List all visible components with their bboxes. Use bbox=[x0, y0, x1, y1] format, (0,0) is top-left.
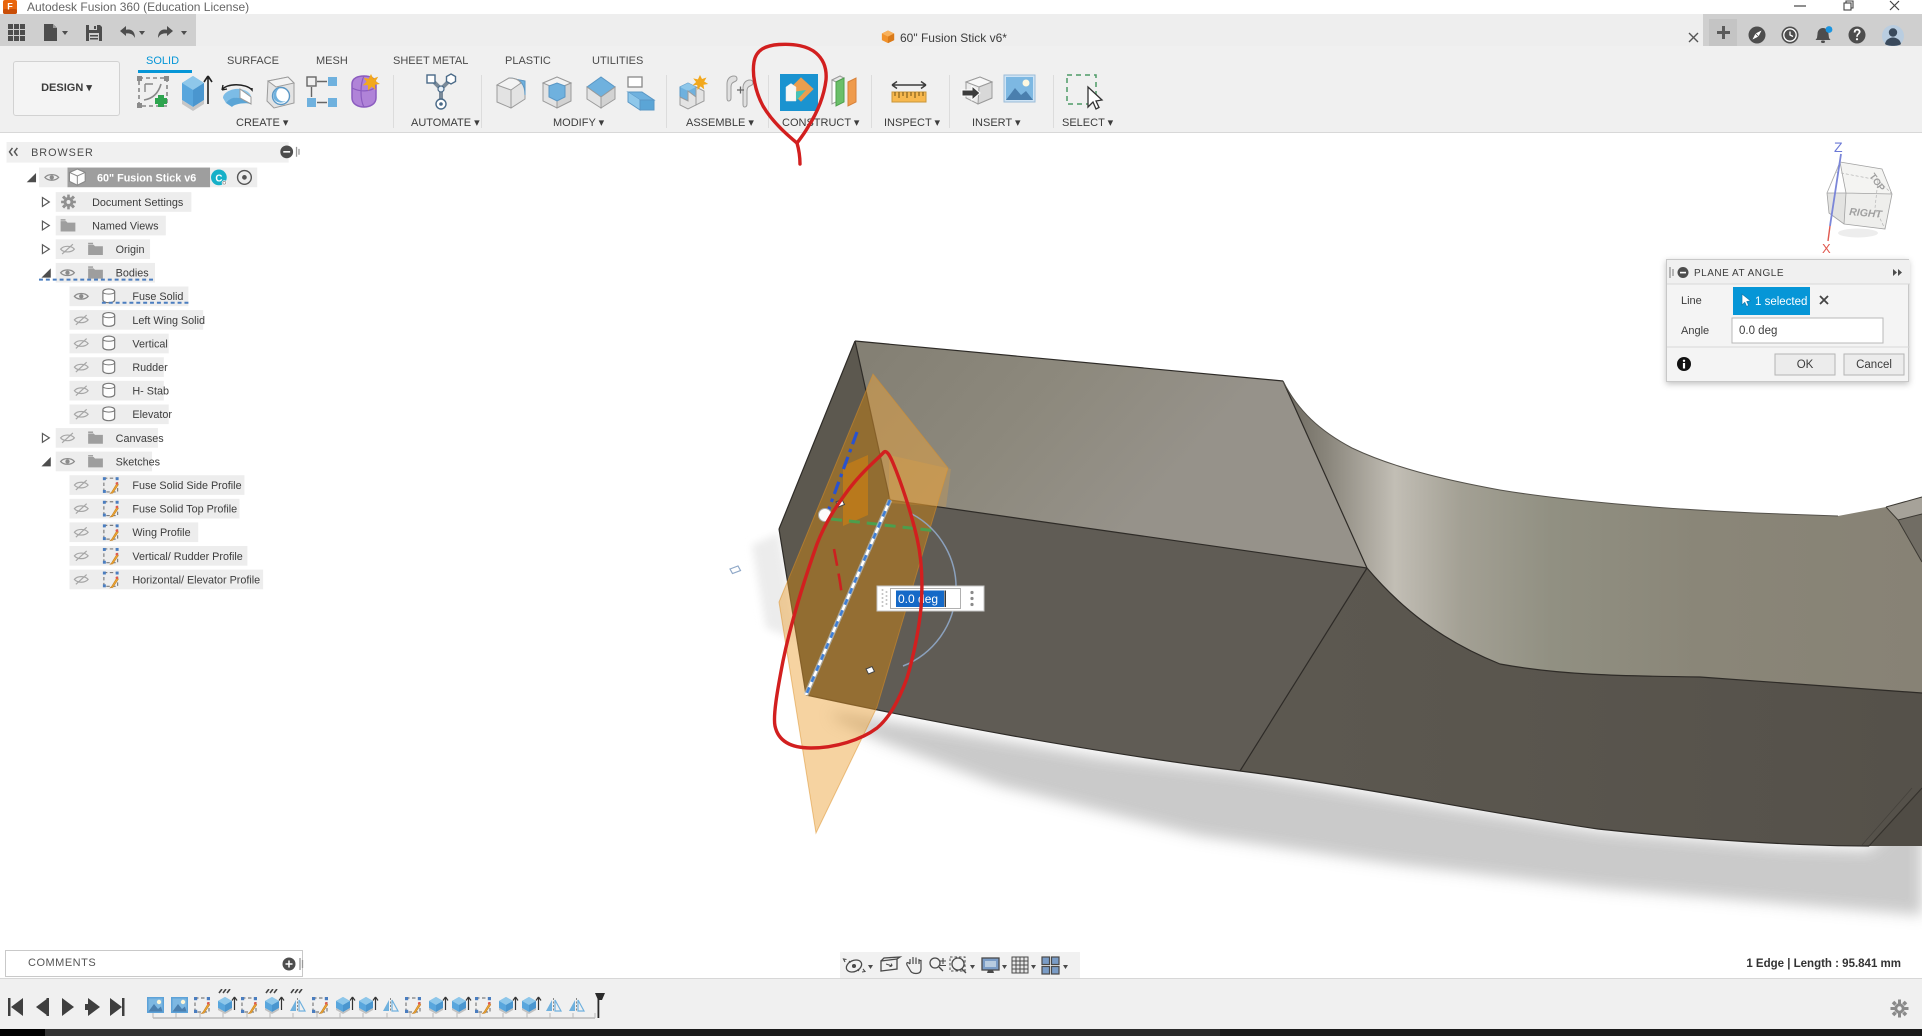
svg-text:Canvases: Canvases bbox=[116, 433, 165, 445]
svg-text:C: C bbox=[215, 173, 222, 184]
svg-text:Sketches: Sketches bbox=[116, 456, 161, 468]
svg-text:Z: Z bbox=[1834, 139, 1843, 155]
svg-text:BROWSER: BROWSER bbox=[31, 147, 94, 159]
svg-text:60" Fusion Stick v6: 60" Fusion Stick v6 bbox=[97, 172, 196, 184]
svg-text:Fuse Solid Top Profile: Fuse Solid Top Profile bbox=[132, 504, 237, 516]
svg-text:OK: OK bbox=[1797, 359, 1814, 371]
svg-text:Left Wing Solid: Left Wing Solid bbox=[132, 315, 205, 327]
svg-text:Elevator: Elevator bbox=[132, 409, 172, 421]
svg-text:Wing Profile: Wing Profile bbox=[132, 527, 190, 539]
svg-text:1 selected: 1 selected bbox=[1755, 296, 1807, 308]
svg-text:0.0 deg: 0.0 deg bbox=[898, 592, 938, 606]
svg-text:Fuse Solid Side Profile: Fuse Solid Side Profile bbox=[132, 480, 241, 492]
svg-text:Document Settings: Document Settings bbox=[92, 197, 184, 209]
svg-text:Origin: Origin bbox=[116, 244, 145, 256]
svg-text:PLANE AT ANGLE: PLANE AT ANGLE bbox=[1694, 268, 1784, 279]
svg-text:Bodies: Bodies bbox=[116, 268, 150, 280]
svg-text:Line: Line bbox=[1681, 295, 1702, 307]
svg-text:Vertical: Vertical bbox=[132, 338, 167, 350]
svg-text:H- Stab: H- Stab bbox=[132, 386, 169, 398]
svg-text:Vertical/ Rudder Profile: Vertical/ Rudder Profile bbox=[132, 551, 242, 563]
svg-text:Angle: Angle bbox=[1681, 325, 1709, 337]
svg-text:Named Views: Named Views bbox=[92, 220, 159, 232]
svg-text:X: X bbox=[1822, 241, 1831, 256]
svg-text:Fuse Solid: Fuse Solid bbox=[132, 291, 183, 303]
svg-text:0.0 deg: 0.0 deg bbox=[1739, 325, 1777, 337]
svg-text:Rudder: Rudder bbox=[132, 362, 168, 374]
svg-text:Cancel: Cancel bbox=[1856, 359, 1892, 371]
svg-text:Horizontal/ Elevator Profile: Horizontal/ Elevator Profile bbox=[132, 574, 260, 586]
